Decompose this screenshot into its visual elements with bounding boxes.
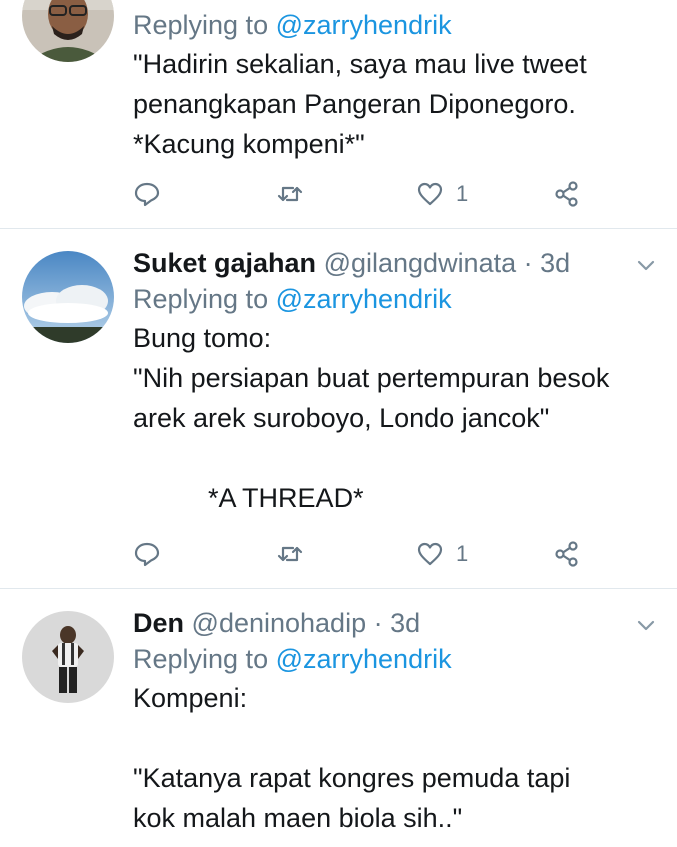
reply-icon [134, 542, 160, 567]
share-button[interactable] [553, 537, 581, 571]
tweet-text: "Hadirin sekalian, saya mau live tweet p… [133, 49, 587, 159]
reply-prefix: Replying to [133, 284, 269, 314]
like-button[interactable]: 1 [416, 537, 468, 571]
like-count: 1 [456, 181, 469, 206]
separator: · [523, 248, 533, 278]
tweet-header: Den @deninohadip · 3d [133, 606, 657, 640]
tweet-1[interactable]: Replying to @zarryhendrik "Hadirin sekal… [0, 0, 677, 229]
like-icon [417, 182, 443, 206]
reply-prefix: Replying to [133, 10, 269, 40]
reply-icon [134, 182, 160, 207]
avatar[interactable] [22, 611, 114, 703]
display-name[interactable]: Suket gajahan [133, 248, 316, 278]
separator: · [373, 608, 383, 638]
retweet-icon [277, 186, 303, 202]
retweet-icon [277, 546, 303, 562]
retweet-button[interactable] [276, 537, 304, 571]
user-handle[interactable]: @deninohadip [192, 608, 367, 638]
reply-button[interactable] [133, 177, 161, 211]
retweet-button[interactable] [276, 177, 304, 211]
chevron-down-icon[interactable] [635, 614, 657, 636]
reply-mention-link[interactable]: @zarryhendrik [276, 284, 452, 314]
avatar[interactable] [22, 0, 114, 62]
tweet-2[interactable]: Suket gajahan @gilangdwinata · 3d Replyi… [0, 229, 677, 589]
timestamp[interactable]: 3d [390, 608, 420, 638]
share-button[interactable] [553, 177, 581, 211]
display-name[interactable]: Den [133, 608, 184, 638]
reply-prefix: Replying to [133, 644, 269, 674]
tweet-header: Suket gajahan @gilangdwinata · 3d [133, 246, 657, 280]
avatar[interactable] [22, 251, 114, 343]
tweet-3[interactable]: Den @deninohadip · 3d Replying to @zarry… [0, 589, 677, 847]
reply-mention-link[interactable]: @zarryhendrik [276, 644, 452, 674]
like-count: 1 [456, 541, 469, 566]
replying-to: Replying to @zarryhendrik [133, 640, 657, 678]
tweet-text: Bung tomo: "Nih persiapan buat pertempur… [133, 323, 610, 513]
like-icon [417, 542, 443, 566]
chevron-down-icon[interactable] [635, 254, 657, 276]
share-icon [555, 181, 578, 207]
tweet-actions: 1 [133, 537, 593, 571]
replying-to: Replying to @zarryhendrik [133, 6, 657, 44]
like-button[interactable]: 1 [416, 177, 468, 211]
tweet-actions: 1 [133, 177, 593, 211]
share-icon [555, 541, 578, 567]
reply-mention-link[interactable]: @zarryhendrik [276, 10, 452, 40]
reply-button[interactable] [133, 537, 161, 571]
user-handle[interactable]: @gilangdwinata [324, 248, 517, 278]
replying-to: Replying to @zarryhendrik [133, 280, 657, 318]
timestamp[interactable]: 3d [540, 248, 570, 278]
tweet-text: Kompeni: "Katanya rapat kongres pemuda t… [133, 683, 571, 833]
